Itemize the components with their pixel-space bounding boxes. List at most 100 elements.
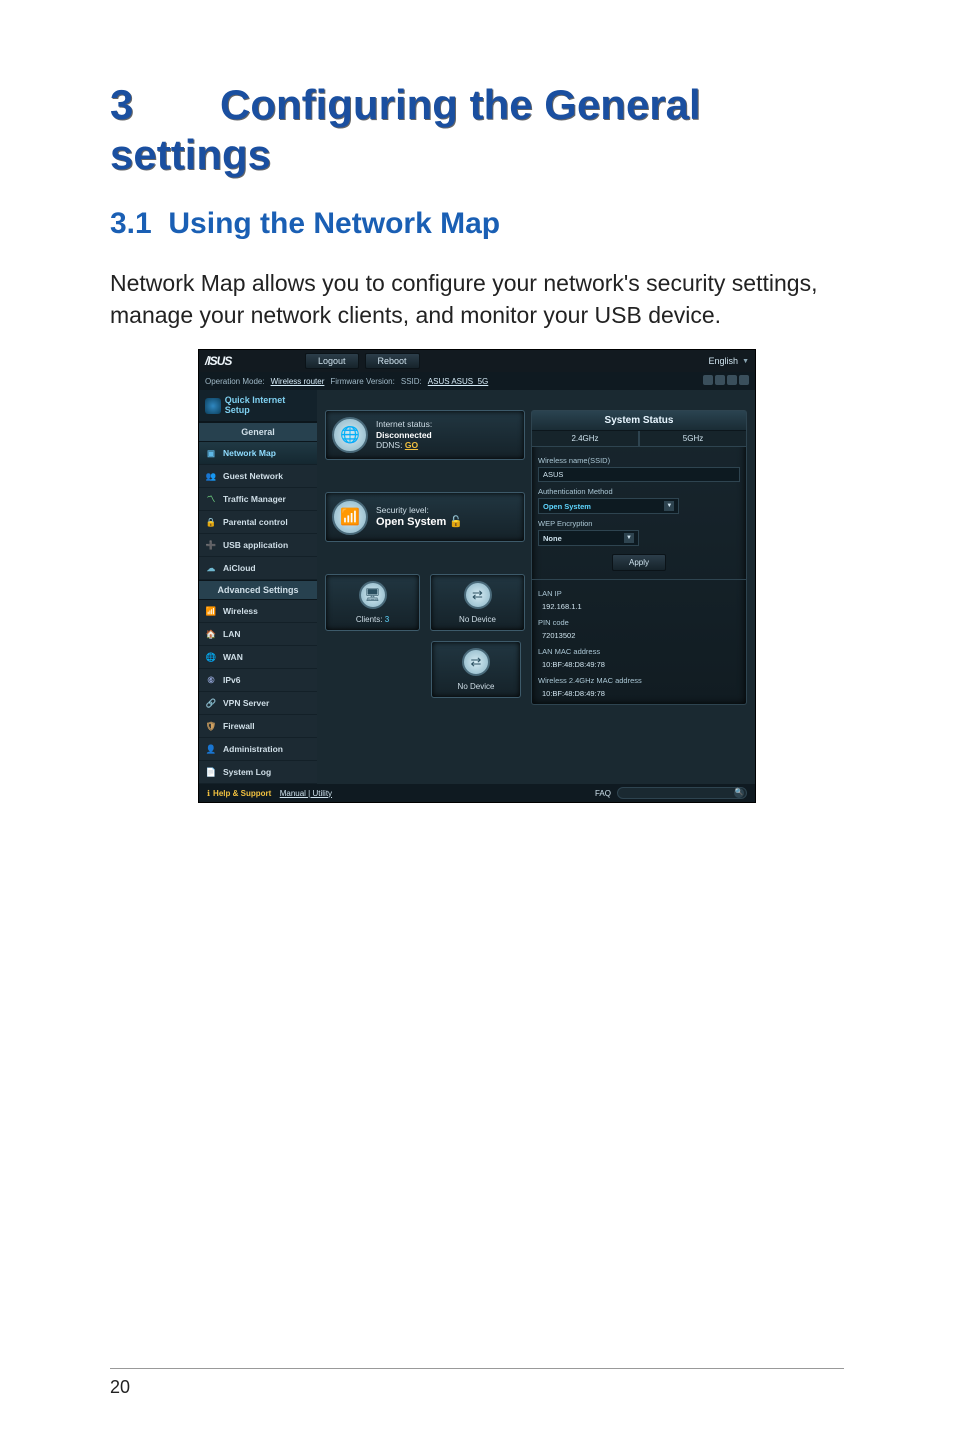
sidebar-item-wan[interactable]: 🌐WAN <box>199 646 317 669</box>
vpn-server-icon: 🔗 <box>205 697 217 709</box>
usb-card-1[interactable]: ⇄ No Device <box>430 574 525 631</box>
lanip-value: 192.168.1.1 <box>538 600 740 613</box>
sidebar-item-label: LAN <box>223 629 240 639</box>
panel-title: System Status <box>532 411 746 431</box>
tab-5ghz[interactable]: 5GHz <box>639 431 746 447</box>
traffic-manager-icon: 〽 <box>205 493 217 505</box>
chapter-number: 3 <box>110 80 220 130</box>
faq-label: FAQ <box>595 789 611 798</box>
monitor-icon: 🖥 <box>359 581 387 609</box>
help-support-label: Help & Support <box>213 789 271 798</box>
sidebar-item-label: System Log <box>223 767 271 777</box>
wep-select[interactable]: None▼ <box>538 530 639 546</box>
sidebar-item-aicloud[interactable]: ☁ AiCloud <box>199 557 317 580</box>
sidebar-item-ipv6[interactable]: ⑥IPv6 <box>199 669 317 692</box>
sidebar-item-label: USB application <box>223 540 288 550</box>
op-mode-value[interactable]: Wireless router <box>271 377 325 386</box>
sidebar-item-usb-application[interactable]: ➕ USB application <box>199 534 317 557</box>
ssid-value[interactable]: ASUS ASUS_5G <box>428 377 488 386</box>
sidebar-item-label: Network Map <box>223 448 276 458</box>
usb2-label: No Device <box>438 682 514 691</box>
security-label: Security level: <box>376 505 463 516</box>
lanip-label: LAN IP <box>538 589 740 598</box>
network-map-canvas: 🌐 Internet status: Disconnected DDNS: GO… <box>317 390 755 784</box>
sidebar-item-wireless[interactable]: 📶Wireless <box>199 600 317 623</box>
qis-icon <box>205 398 221 414</box>
network-map-icon: ▣ <box>205 447 217 459</box>
guest-network-icon: 👥 <box>205 470 217 482</box>
firewall-icon: 🛡 <box>205 720 217 732</box>
ssid-input[interactable]: ASUS <box>538 467 740 482</box>
top-utility-icons <box>701 375 749 387</box>
usb-application-icon: ➕ <box>205 539 217 551</box>
ssid-label: SSID: <box>401 377 422 386</box>
sidebar-item-system-log[interactable]: 📄System Log <box>199 761 317 784</box>
internet-status-value: Disconnected <box>376 430 432 441</box>
fw-label: Firmware Version: <box>330 377 394 386</box>
bottom-bar: ℹ Help & Support Manual | Utility FAQ 🔍 <box>199 784 755 802</box>
ddns-label: DDNS: <box>376 440 402 450</box>
sidebar-item-label: AiCloud <box>223 563 256 573</box>
op-mode-label: Operation Mode: <box>205 377 265 386</box>
wmac-label: Wireless 2.4GHz MAC address <box>538 676 740 685</box>
sidebar-item-label: Traffic Manager <box>223 494 286 504</box>
ddns-link[interactable]: GO <box>405 440 418 450</box>
lanmac-label: LAN MAC address <box>538 647 740 656</box>
page-footer: 20 <box>0 1368 954 1398</box>
sidebar-item-label: Administration <box>223 744 283 754</box>
tab-2-4ghz[interactable]: 2.4GHz <box>532 431 639 447</box>
wmac-value: 10:BF:48:D8:49:78 <box>538 687 740 700</box>
aicloud-icon: ☁ <box>205 562 217 574</box>
sidebar-item-parental-control[interactable]: 🔒Parental control <box>199 511 317 534</box>
sidebar-header-general: General <box>199 422 317 442</box>
logout-button[interactable]: Logout <box>305 353 359 369</box>
chevron-down-icon: ▼ <box>664 501 674 511</box>
usb-icon: ⇄ <box>464 581 492 609</box>
sidebar-item-network-map[interactable]: ▣ Network Map <box>199 442 317 465</box>
security-value: Open System <box>376 516 446 528</box>
sidebar-item-traffic-manager[interactable]: 〽 Traffic Manager <box>199 488 317 511</box>
sidebar-item-vpn-server[interactable]: 🔗VPN Server <box>199 692 317 715</box>
router-icon: 📶 <box>332 499 368 535</box>
globe-icon: 🌐 <box>332 417 368 453</box>
unlock-icon: 🔓 <box>449 516 463 528</box>
section-title-text: Using the Network Map <box>168 207 500 240</box>
body-paragraph: Network Map allows you to configure your… <box>110 267 844 331</box>
internet-status-label: Internet status: <box>376 419 432 429</box>
chevron-down-icon: ▼ <box>742 358 749 365</box>
sidebar-item-administration[interactable]: 👤Administration <box>199 738 317 761</box>
usb-icon: ⇄ <box>462 648 490 676</box>
info-icon: ℹ <box>207 789 210 798</box>
internet-status-card[interactable]: 🌐 Internet status: Disconnected DDNS: GO <box>325 410 525 460</box>
quick-internet-setup[interactable]: Quick Internet Setup <box>199 390 317 422</box>
chapter-title: 3Configuring the General settings <box>110 80 844 181</box>
manual-utility-links[interactable]: Manual | Utility <box>280 789 332 798</box>
parental-control-icon: 🔒 <box>205 516 217 528</box>
sidebar-item-firewall[interactable]: 🛡 Firewall <box>199 715 317 738</box>
reboot-button[interactable]: Reboot <box>365 353 420 369</box>
sidebar-item-label: Firewall <box>223 721 255 731</box>
lan-icon: 🏠 <box>205 628 217 640</box>
security-level-card[interactable]: 📶 Security level: Open System 🔓 <box>325 492 525 542</box>
usb1-label: No Device <box>437 615 518 624</box>
sidebar: Quick Internet Setup General ▣ Network Ma… <box>199 390 317 784</box>
pin-value: 72013502 <box>538 629 740 642</box>
sidebar-item-guest-network[interactable]: 👥 Guest Network <box>199 465 317 488</box>
clients-value: 3 <box>385 615 389 624</box>
clients-label: Clients: <box>356 615 383 624</box>
sidebar-item-lan[interactable]: 🏠 LAN <box>199 623 317 646</box>
section-title: 3.1 Using the Network Map <box>110 207 844 241</box>
auth-select[interactable]: Open System▼ <box>538 498 679 514</box>
apply-button[interactable]: Apply <box>612 554 666 571</box>
system-status-panel: System Status 2.4GHz 5GHz Wireless name(… <box>531 410 747 705</box>
lanmac-value: 10:BF:48:D8:49:78 <box>538 658 740 671</box>
language-selector[interactable]: English <box>709 356 739 366</box>
ssid-field-label: Wireless name(SSID) <box>538 456 740 465</box>
clients-card[interactable]: 🖥 Clients: 3 <box>325 574 420 631</box>
faq-search[interactable]: 🔍 <box>617 787 747 799</box>
usb-card-2[interactable]: ⇄ No Device <box>431 641 521 698</box>
sidebar-item-label: Guest Network <box>223 471 283 481</box>
brand-logo: /ISUS <box>205 354 305 368</box>
sidebar-item-label: IPv6 <box>223 675 241 685</box>
sidebar-item-label: Wireless <box>223 606 258 616</box>
